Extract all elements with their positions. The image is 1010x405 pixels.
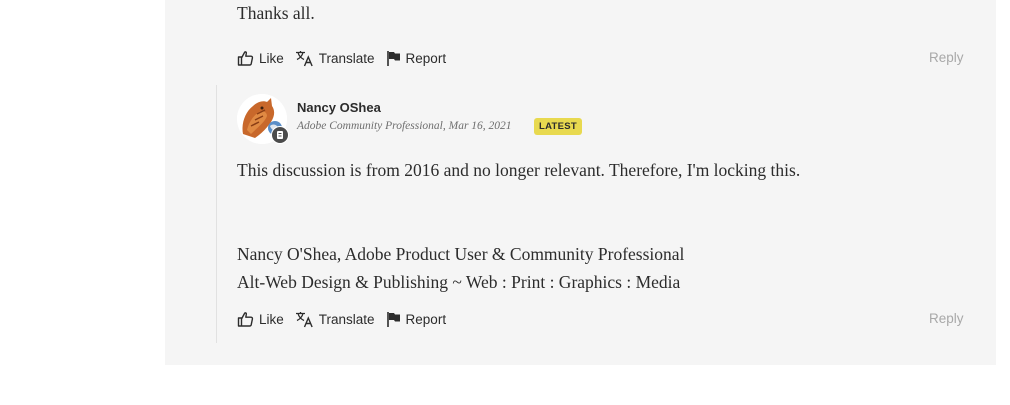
author-role: Adobe Community Professional: [297, 120, 443, 132]
thread-line: [216, 85, 217, 343]
like-label: Like: [259, 311, 284, 327]
thumbs-up-icon: [237, 51, 254, 66]
report-label: Report: [405, 311, 447, 327]
report-label: Report: [405, 50, 447, 66]
post-date: , Mar 16, 2021: [442, 120, 512, 132]
translate-button[interactable]: Translate: [295, 50, 375, 67]
flag-icon: [386, 51, 400, 66]
thumbs-up-icon: [237, 312, 254, 327]
like-button[interactable]: Like: [237, 311, 284, 327]
signature-line-2: Alt-Web Design & Publishing ~ Web : Prin…: [237, 272, 681, 292]
flag-icon: [386, 312, 400, 327]
reply-body: Thanks all.: [237, 3, 315, 23]
author-name[interactable]: Nancy OShea: [297, 100, 381, 115]
reply-actions: Like Translate Report: [237, 48, 457, 68]
reply-button[interactable]: Reply: [929, 50, 964, 65]
translate-icon: [295, 311, 313, 327]
reply-actions: Like Translate Report: [237, 309, 457, 329]
community-professional-badge-icon: [271, 126, 289, 144]
translate-label: Translate: [318, 50, 375, 66]
translate-button[interactable]: Translate: [295, 311, 375, 328]
report-button[interactable]: Report: [386, 311, 447, 327]
signature-line-1: Nancy O'Shea, Adobe Product User & Commu…: [237, 244, 685, 264]
reply-button[interactable]: Reply: [929, 311, 964, 326]
latest-badge: LATEST: [534, 118, 583, 135]
reply-body: This discussion is from 2016 and no long…: [237, 160, 801, 180]
like-button[interactable]: Like: [237, 50, 284, 66]
translate-label: Translate: [318, 311, 375, 327]
like-label: Like: [259, 50, 284, 66]
report-button[interactable]: Report: [386, 50, 447, 66]
author-meta: Adobe Community Professional, Mar 16, 20…: [297, 120, 512, 132]
translate-icon: [295, 50, 313, 66]
